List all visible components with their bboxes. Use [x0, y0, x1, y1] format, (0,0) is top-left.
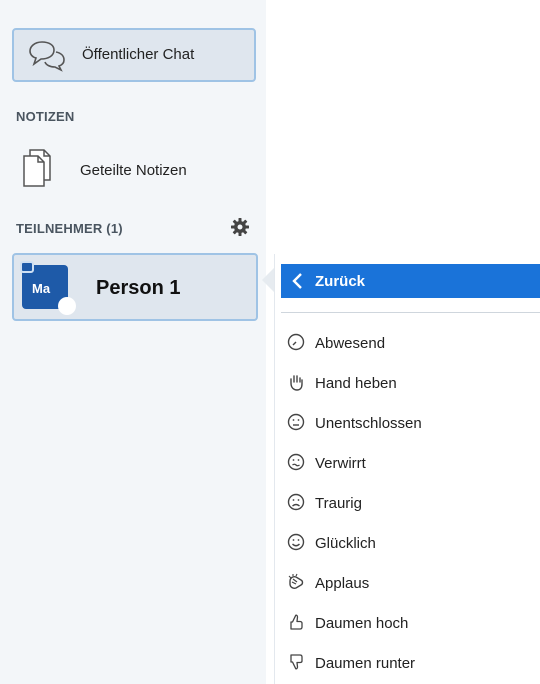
- menu-item-daumen-hoch[interactable]: Daumen hoch: [281, 606, 540, 640]
- raised-hand-icon: [290, 375, 303, 391]
- neutral-face-icon: [287, 413, 305, 431]
- participants-section-title: TEILNEHMER (1): [16, 221, 123, 236]
- status-menu: Zurück Abwesend Hand heben Unentschlosse…: [274, 254, 540, 684]
- happy-face-icon: [287, 533, 305, 551]
- menu-item-label: Daumen runter: [315, 655, 416, 672]
- sidebar: Öffentlicher Chat NOTIZEN Geteilte Notiz…: [0, 0, 266, 684]
- menu-item-applaus[interactable]: Applaus: [281, 566, 540, 600]
- menu-item-label: Hand heben: [315, 375, 397, 392]
- menu-item-label: Unentschlossen: [315, 415, 422, 432]
- confused-face-icon: [287, 453, 305, 471]
- back-button[interactable]: Zurück: [281, 264, 540, 298]
- documents-icon: [22, 148, 52, 193]
- menu-item-label: Traurig: [315, 495, 362, 512]
- chat-bubbles-icon: [28, 39, 68, 78]
- presenter-badge-icon: [20, 261, 34, 273]
- clock-icon: [287, 333, 305, 351]
- status-indicator: [58, 297, 76, 315]
- notes-section-title: NOTIZEN: [16, 109, 75, 124]
- public-chat-label: Öffentlicher Chat: [82, 46, 195, 63]
- participant-card[interactable]: Ma Person 1: [12, 253, 258, 321]
- avatar-initials: Ma: [32, 281, 51, 296]
- menu-item-gluecklich[interactable]: Glücklich: [281, 526, 540, 560]
- menu-item-hand-heben[interactable]: Hand heben: [281, 366, 540, 400]
- menu-item-label: Abwesend: [315, 335, 386, 352]
- menu-pointer: [262, 268, 274, 292]
- gear-icon[interactable]: [230, 217, 250, 242]
- avatar: Ma: [20, 261, 76, 315]
- menu-item-label: Daumen hoch: [315, 615, 409, 632]
- thumbs-down-icon: [290, 654, 303, 670]
- sad-face-icon: [287, 493, 305, 511]
- menu-item-label: Verwirrt: [315, 455, 366, 472]
- shared-notes-item[interactable]: Geteilte Notizen: [16, 146, 256, 196]
- menu-item-daumen-runter[interactable]: Daumen runter: [281, 646, 540, 680]
- public-chat-button[interactable]: Öffentlicher Chat: [12, 28, 256, 82]
- menu-item-label: Glücklich: [315, 535, 376, 552]
- menu-item-verwirrt[interactable]: Verwirrt: [281, 446, 540, 480]
- thumbs-up-icon: [290, 614, 303, 630]
- menu-item-traurig[interactable]: Traurig: [281, 486, 540, 520]
- participant-name: Person 1: [96, 277, 181, 299]
- divider: [281, 312, 540, 313]
- menu-item-label: Applaus: [315, 575, 370, 592]
- menu-item-unentschlossen[interactable]: Unentschlossen: [281, 406, 540, 440]
- chevron-left-icon: [291, 272, 305, 295]
- shared-notes-label: Geteilte Notizen: [80, 162, 187, 179]
- back-label: Zurück: [315, 273, 366, 290]
- clapping-hands-icon: [288, 573, 304, 589]
- menu-item-abwesend[interactable]: Abwesend: [281, 326, 540, 360]
